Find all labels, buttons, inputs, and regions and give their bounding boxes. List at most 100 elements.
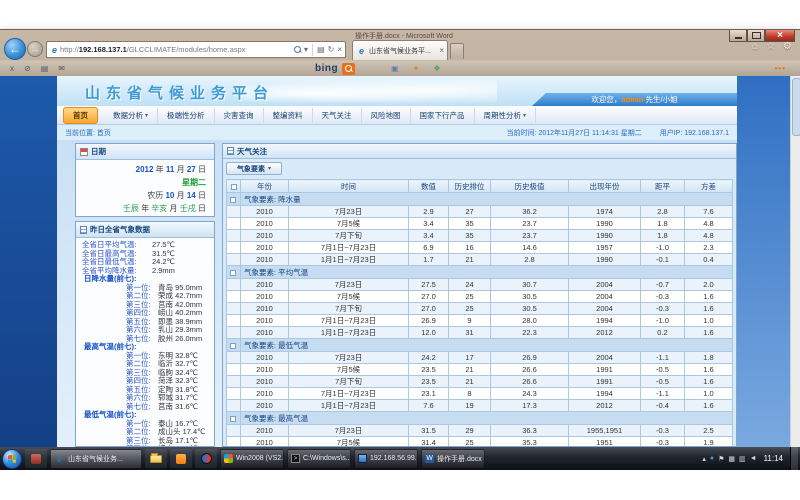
menu-item-weather-focus[interactable]: 天气关注 [313,108,362,123]
column-header: 距平 [641,180,685,193]
table-cell: 27.0 [409,291,449,303]
table-row: 20107月23日2.92736.219742.87.6 [227,206,733,218]
wallet-icon[interactable]: ▣ [391,64,399,73]
table-cell: 2010 [241,388,289,400]
table-cell: 25 [449,437,491,447]
taskbar-window-button[interactable]: Win2008 (VS2... [220,449,284,468]
menu-item-label: 首页 [73,110,88,121]
menu-item-label: 周期性分析 [484,110,522,121]
table-row: 20107月5候31.42535.31951-0.31.9 [227,437,733,447]
display-icon[interactable]: ▦ [728,455,735,463]
scrollbar-thumb[interactable] [792,78,800,136]
flag-icon[interactable]: ⚑ [718,455,724,463]
weather-panel-title: 昨日全省气象数据 [90,224,150,235]
table-cell: 1957 [569,242,641,254]
section-title[interactable]: 气象要素: 降水量 [241,193,733,206]
menu-item-home[interactable]: 首页 [63,107,98,124]
safety-icon[interactable]: ● [710,455,714,462]
taskbar-window-button[interactable]: >C:\Windows\s... [287,449,351,468]
table-cell: 7月5候 [289,437,409,447]
start-button[interactable] [2,449,22,469]
table-cell: 27 [449,206,491,218]
section-checkbox[interactable] [230,416,236,422]
menu-item-data-analysis[interactable]: 数据分析▾ [104,108,158,123]
address-bar[interactable]: e http://192.168.137.1/GLCCLIMATE/module… [46,41,346,58]
taskbar-ie-label: 山东省气候业务... [68,454,123,464]
taskbar-window-button[interactable]: W操作手册.docx -... [421,449,485,468]
section-checkbox[interactable] [230,343,236,349]
tools-gear-icon[interactable]: ⚙ [783,41,792,52]
menu-item-national-products[interactable]: 国家下行产品 [411,108,475,123]
menu-item-disaster-query[interactable]: 灾害查询 [215,108,264,123]
row-checkbox-cell [227,437,241,447]
explorer-icon[interactable] [145,449,167,468]
volume-icon[interactable]: ◄ [750,455,757,462]
forward-button[interactable]: → [27,41,43,57]
table-row: 20107月1日~7月23日23.1824.31994-1.11.0 [227,388,733,400]
section-title[interactable]: 气象要素: 最高气温 [241,412,733,425]
tab-close-icon[interactable]: × [439,46,444,55]
search-dropdown-icon[interactable]: ▾ [304,45,308,54]
table-row: 20107月下旬23.52126.61991-0.51.6 [227,376,733,388]
row-checkbox-cell [227,400,241,412]
table-cell: 35 [449,218,491,230]
new-tab-button[interactable] [450,43,464,59]
table-cell: 1.6 [685,364,733,376]
favorites-star-icon[interactable]: ☆ [766,41,775,52]
word-icon: W [425,454,434,463]
table-cell: -0.5 [641,376,685,388]
taskbar-clock[interactable]: 11:14 [762,454,787,463]
table-cell: -0.1 [641,254,685,266]
weather-table: 年份时间数值历史排位历史极值出现年份距平方差气象要素: 降水量20107月23日… [226,179,733,446]
menu-item-periodic-analysis[interactable]: 周期性分析▾ [475,108,537,123]
table-cell: 8 [449,388,491,400]
row-checkbox-cell [227,364,241,376]
page-scrollbar[interactable] [790,76,800,447]
menu-item-compiled-data[interactable]: 整编资料 [264,108,313,123]
menu-item-extreme-analysis[interactable]: 极端性分析 [158,108,215,123]
refresh-icon[interactable]: ↻ [328,45,335,54]
browser-app-icon[interactable] [195,449,217,468]
compatibility-icon[interactable]: ⊘ [24,64,31,73]
back-button[interactable]: ← [4,38,26,60]
province-weather-panel: 昨日全省气象数据 全省日平均气温:27.5℃全省日最高气温:31.5℃全省日最低… [75,221,215,447]
select-all-checkbox[interactable] [231,184,237,190]
table-cell: -0.5 [641,364,685,376]
element-filter-button[interactable]: 气象要素 ▾ [226,162,282,175]
show-hidden-icons[interactable]: ▴ [702,455,706,463]
table-cell: 21 [449,364,491,376]
table-cell: 1.7 [409,254,449,266]
media-app-icon[interactable] [170,449,192,468]
mail-icon[interactable]: ✉ [58,64,65,73]
menu-item-risk-map[interactable]: 风险地图 [362,108,411,123]
table-cell: 2010 [241,291,289,303]
close-toolbar-icon[interactable]: x [10,64,14,73]
table-cell: 23.5 [409,364,449,376]
taskbar-ie-button[interactable]: e 山东省气候业务... [50,449,142,468]
stop-icon[interactable]: × [337,45,342,54]
taskbar-window-button[interactable]: 192.168.56.99... [354,449,418,468]
row-checkbox-cell [227,291,241,303]
table-cell: 1951 [569,437,641,447]
table-cell: 28.0 [491,315,569,327]
compatibility-view-icon[interactable]: ▤ [317,45,325,54]
date-line-lunar: 农历 10 月 14 日 [80,189,206,202]
card-reader-icon[interactable]: ▤ [41,64,49,73]
highlight-icon[interactable]: ✦ [413,64,420,73]
row-checkbox-cell [227,242,241,254]
search-icon[interactable] [294,46,301,53]
more-options-icon[interactable]: ••• [775,64,786,73]
pinned-app-icon[interactable] [25,449,47,468]
browser-tab[interactable]: e 山东省气候业务平... × [352,40,448,60]
section-checkbox[interactable] [230,197,236,203]
table-row: 20101月1日~7月23日7.61917.32012-0.41.6 [227,400,733,412]
section-title[interactable]: 气象要素: 平均气温 [241,266,733,279]
section-title[interactable]: 气象要素: 最低气温 [241,339,733,352]
network-icon[interactable]: ▥ [739,455,746,463]
show-desktop-button[interactable] [790,447,798,470]
home-icon[interactable]: ⌂ [752,41,758,52]
share-icon[interactable]: ❖ [433,64,440,73]
bing-search-button[interactable] [342,63,355,75]
user-ip-label: 用户IP: 192.168.137.1 [660,128,729,138]
section-checkbox[interactable] [230,270,236,276]
